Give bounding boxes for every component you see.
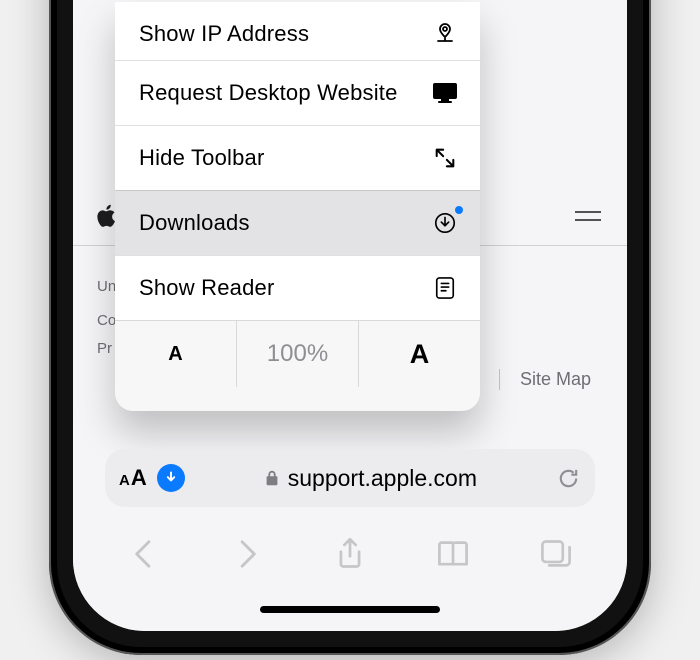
lock-icon <box>264 469 280 487</box>
back-button[interactable] <box>127 537 161 571</box>
desktop-monitor-icon <box>430 78 460 108</box>
zoom-percentage-label: 100% <box>267 340 328 368</box>
bookmarks-button[interactable] <box>436 537 470 571</box>
downloads-item[interactable]: Downloads <box>115 190 480 255</box>
url-domain-label: support.apple.com <box>288 465 477 492</box>
home-indicator[interactable] <box>260 606 440 613</box>
reload-icon[interactable] <box>556 466 581 491</box>
show-ip-address-item[interactable]: Show IP Address <box>115 2 480 60</box>
phone-frame: Un Co Pr Site Map Show IP Address Reques… <box>49 0 651 655</box>
reader-document-icon <box>430 273 460 303</box>
expand-arrows-icon <box>430 143 460 173</box>
forward-button <box>230 537 264 571</box>
page-settings-button[interactable]: AA <box>119 465 147 491</box>
menu-item-label: Downloads <box>139 210 430 236</box>
tabs-button[interactable] <box>539 537 573 571</box>
url-domain-wrap[interactable]: support.apple.com <box>185 465 556 492</box>
menu-item-label: Hide Toolbar <box>139 145 430 171</box>
globalnav-menu-icon[interactable] <box>573 206 603 226</box>
menu-item-label: Show IP Address <box>139 21 430 47</box>
show-reader-item[interactable]: Show Reader <box>115 255 480 320</box>
sitemap-link[interactable]: Site Map <box>499 369 591 390</box>
downloads-button[interactable] <box>157 464 185 492</box>
big-a-icon: A <box>410 339 430 370</box>
zoom-out-button[interactable]: A <box>115 321 237 387</box>
location-pin-icon <box>430 19 460 49</box>
new-downloads-indicator <box>455 206 463 214</box>
share-button[interactable] <box>333 537 367 571</box>
url-bar[interactable]: AA support.apple.com <box>105 449 595 507</box>
page-settings-popover: Show IP Address Request Desktop Website … <box>115 2 480 411</box>
hide-toolbar-item[interactable]: Hide Toolbar <box>115 125 480 190</box>
request-desktop-website-item[interactable]: Request Desktop Website <box>115 60 480 125</box>
download-circle-icon <box>430 208 460 238</box>
small-a-icon: A <box>168 343 182 366</box>
text-zoom-row: A 100% A <box>115 320 480 387</box>
zoom-in-button[interactable]: A <box>359 321 480 387</box>
menu-item-label: Show Reader <box>139 275 430 301</box>
menu-item-label: Request Desktop Website <box>139 80 430 106</box>
safari-toolbar <box>73 529 627 579</box>
aa-icon: A <box>119 472 130 489</box>
zoom-value[interactable]: 100% <box>237 321 359 387</box>
